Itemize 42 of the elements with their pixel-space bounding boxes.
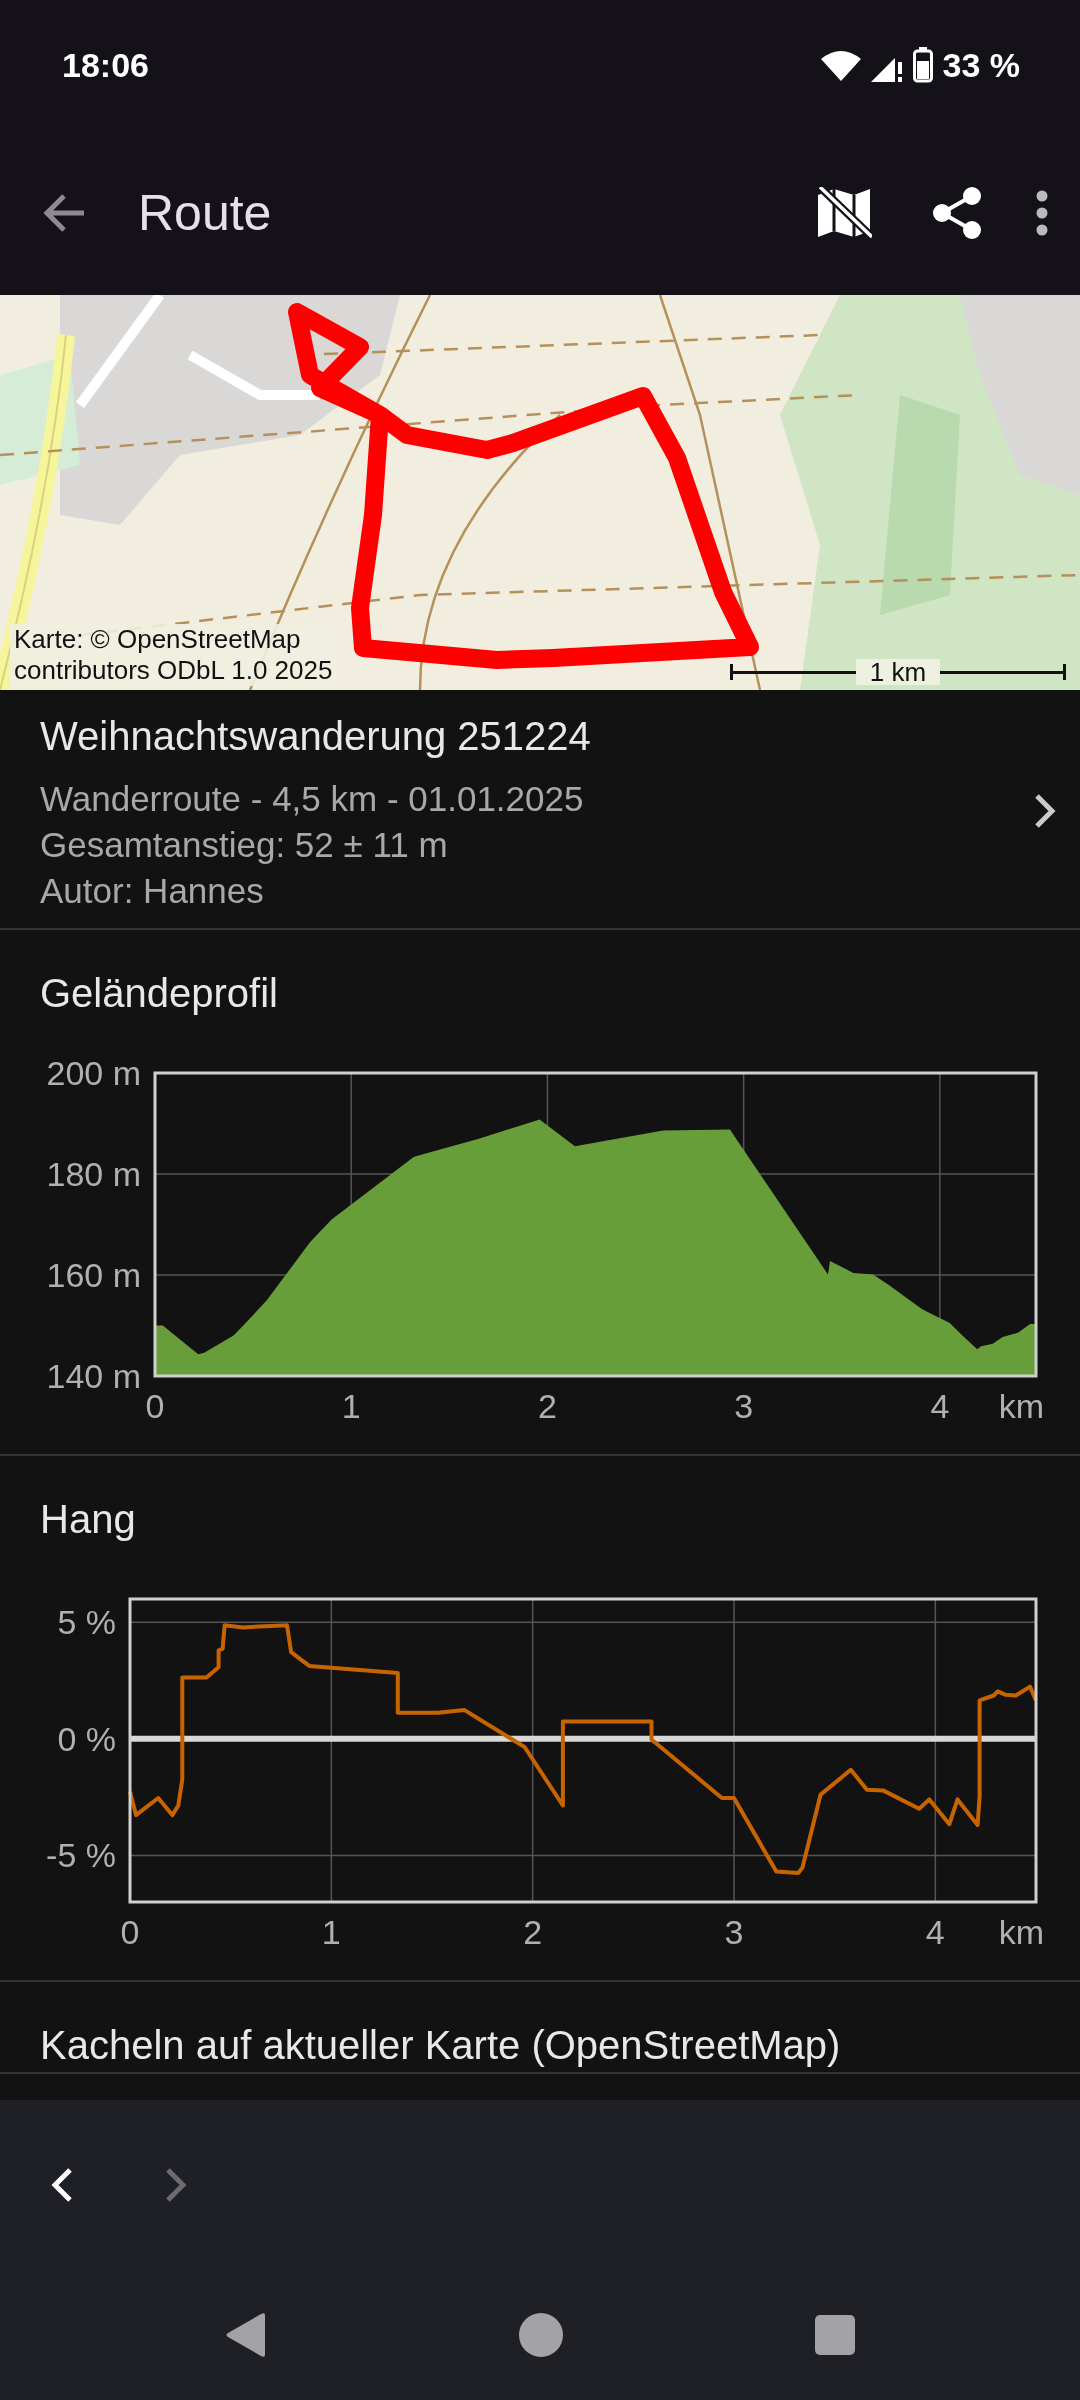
- more-icon: [1036, 189, 1048, 236]
- section-heading: Hang: [39, 1496, 137, 1543]
- axis-label: 1: [341, 1387, 361, 1425]
- axis-label: 3: [734, 1387, 754, 1425]
- axis-label: 0: [145, 1387, 165, 1425]
- route-detail-text: Autor: Hannes: [40, 870, 265, 912]
- clock-time: 18:06: [62, 45, 149, 85]
- route-title: Weihnachtswanderung 251224: [40, 713, 592, 760]
- axis-label: 1: [321, 1913, 341, 1951]
- axis-label: 0 %: [57, 1719, 116, 1758]
- axis-label: 2: [523, 1913, 543, 1951]
- chevron-right-icon: [164, 2167, 188, 2203]
- route-details-row[interactable]: Weihnachtswanderung 251224 Wanderroute - 4,5 km - 01.01.2025 Gesamtanstieg: 52 ± 11 m Autor: Hannes: [0, 690, 1080, 930]
- axis-label: 0: [120, 1913, 140, 1951]
- axis-label: 3: [724, 1913, 744, 1951]
- axis-label: 200 m: [46, 1054, 141, 1092]
- section-heading: Geländeprofil: [39, 970, 279, 1017]
- axis-label: -5 %: [46, 1836, 116, 1875]
- route-detail-text: Gesamtanstieg: 52 ± 11 m: [40, 824, 449, 866]
- axis-label: 4: [925, 1913, 945, 1951]
- route-detail-text: Wanderroute - 4,5 km - 01.01.2025: [40, 778, 585, 820]
- map-off-icon: [816, 186, 872, 239]
- axis-title: km: [998, 1913, 1044, 1951]
- battery-level: 33 %: [942, 45, 1020, 85]
- share-icon: [932, 185, 982, 240]
- scale-label: 1 km: [855, 659, 941, 685]
- axis-label: 140 m: [46, 1357, 141, 1395]
- axis-title: km: [998, 1387, 1044, 1425]
- wifi-icon: [820, 49, 861, 81]
- axis-label: 180 m: [46, 1155, 141, 1193]
- home-icon[interactable]: [517, 2311, 565, 2359]
- axis-label: 2: [537, 1387, 557, 1425]
- back-icon[interactable]: [225, 2312, 267, 2358]
- axis-label: 160 m: [46, 1256, 141, 1294]
- axis-label: 4: [930, 1387, 950, 1425]
- battery-icon: [912, 47, 933, 83]
- back-arrow-icon: [42, 192, 86, 233]
- chevron-left-icon: [50, 2167, 74, 2203]
- screen-title: Route: [138, 183, 273, 242]
- chevron-right-icon: [1034, 793, 1056, 829]
- section-heading: Kacheln auf aktueller Karte (OpenStreetMap): [39, 2022, 842, 2069]
- axis-label: 5 %: [57, 1603, 116, 1642]
